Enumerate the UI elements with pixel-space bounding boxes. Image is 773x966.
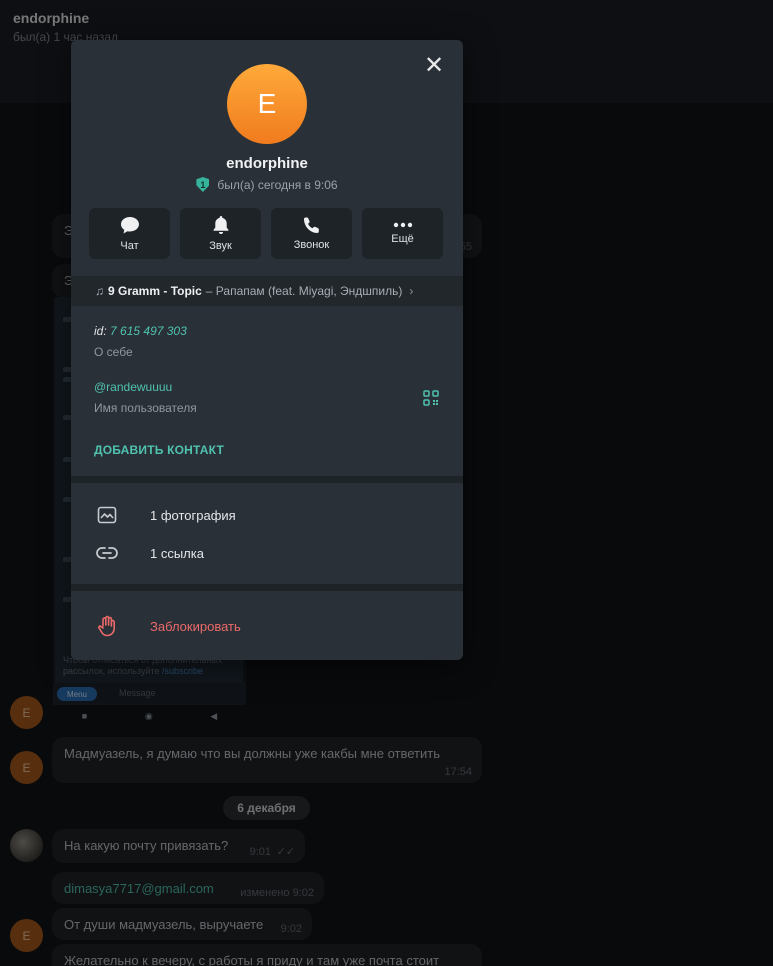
- profile-modal: ✕ E endorphine 1 был(а) сегодня в 9:06 Ч…: [71, 40, 463, 660]
- bio-label: О себе: [94, 345, 133, 359]
- music-subtitle: – Рапапам (feat. Miyagi, Эндшпиль): [205, 284, 403, 298]
- username[interactable]: @randewuuuu: [94, 380, 172, 394]
- add-contact-button[interactable]: ДОБАВИТЬ КОНТАКТ: [94, 443, 224, 457]
- music-note-icon: ♫: [95, 284, 104, 298]
- link-icon: [95, 541, 119, 565]
- username-label: Имя пользователя: [94, 401, 197, 415]
- phone-icon: [303, 217, 319, 233]
- profile-actions: Чат Звук Звонок Ещё: [89, 208, 445, 259]
- shield-badge-icon[interactable]: 1: [196, 177, 210, 192]
- music-row[interactable]: ♫ 9 Gramm - Topic – Рапапам (feat. Miyag…: [71, 276, 463, 306]
- user-id-value: 7 615 497 303: [110, 324, 187, 338]
- chat-bubble-icon: [120, 216, 139, 233]
- call-button-label: Звонок: [293, 239, 330, 251]
- more-dots-icon: [393, 222, 412, 228]
- call-button[interactable]: Звонок: [271, 208, 352, 259]
- divider: [71, 584, 463, 591]
- qr-code-icon[interactable]: [423, 390, 439, 406]
- bell-icon: [213, 216, 228, 234]
- chat-button-label: Чат: [120, 239, 139, 252]
- profile-status-row: 1 был(а) сегодня в 9:06: [71, 177, 463, 192]
- chat-button[interactable]: Чат: [89, 208, 170, 259]
- photos-row[interactable]: 1 фотография: [71, 497, 463, 533]
- sound-button-label: Звук: [209, 240, 232, 252]
- hand-stop-icon: [95, 614, 119, 638]
- sound-button[interactable]: Звук: [180, 208, 261, 259]
- more-button-label: Ещё: [391, 233, 414, 245]
- block-user-label: Заблокировать: [150, 618, 241, 634]
- user-id[interactable]: id: 7 615 497 303: [94, 324, 187, 338]
- more-button[interactable]: Ещё: [362, 208, 443, 259]
- links-label: 1 ссылка: [150, 545, 204, 561]
- photo-icon: [95, 503, 119, 527]
- divider: [71, 476, 463, 483]
- chevron-right-icon: ›: [409, 284, 414, 298]
- links-row[interactable]: 1 ссылка: [71, 535, 463, 571]
- user-id-label: id:: [94, 324, 107, 338]
- photos-label: 1 фотография: [150, 507, 236, 523]
- block-user-button[interactable]: Заблокировать: [71, 608, 463, 644]
- close-icon[interactable]: ✕: [423, 54, 445, 78]
- music-title: 9 Gramm - Topic: [108, 284, 202, 298]
- profile-name: endorphine: [226, 155, 308, 172]
- profile-avatar[interactable]: E: [227, 64, 307, 144]
- profile-status: был(а) сегодня в 9:06: [217, 177, 338, 192]
